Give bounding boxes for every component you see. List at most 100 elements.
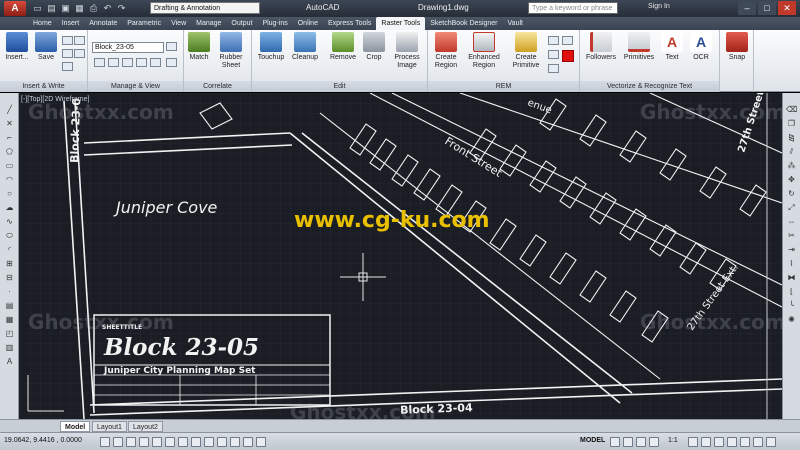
scale-icon[interactable]: ⤢: [786, 203, 797, 213]
image-frame-icon[interactable]: [62, 36, 73, 45]
tab-model[interactable]: Model: [60, 421, 91, 432]
rem-copy-icon[interactable]: [548, 36, 559, 45]
lineweight-icon[interactable]: [217, 437, 227, 447]
quick-view-layouts-icon[interactable]: [610, 437, 620, 447]
chamfer-icon[interactable]: ⌊: [786, 287, 797, 297]
insert-block-icon[interactable]: ⊞: [4, 259, 15, 269]
tab-insert[interactable]: Insert: [57, 17, 85, 30]
image-frame-toggle-icon[interactable]: [166, 58, 177, 67]
tab-online[interactable]: Online: [293, 17, 323, 30]
coordinate-readout[interactable]: 19.0642, 9.4416 , 0.0000: [4, 437, 82, 444]
point-icon[interactable]: ·: [4, 287, 15, 297]
selection-cycling-icon[interactable]: [256, 437, 266, 447]
image-detach-icon[interactable]: [74, 49, 85, 58]
model-space-toggle[interactable]: MODEL: [580, 437, 605, 444]
save-icon[interactable]: ▣: [60, 2, 71, 14]
tab-home[interactable]: Home: [28, 17, 57, 30]
close-icon[interactable]: ✕: [778, 1, 796, 15]
rem-color-swatch[interactable]: [562, 50, 574, 62]
tab-vault[interactable]: Vault: [503, 17, 528, 30]
ellipse-icon[interactable]: ⬭: [4, 231, 15, 241]
table-icon[interactable]: ▥: [4, 343, 15, 353]
application-status-icon[interactable]: [753, 437, 763, 447]
insert-button[interactable]: Insert...: [4, 32, 30, 62]
tab-express-tools[interactable]: Express Tools: [323, 17, 376, 30]
arc-icon[interactable]: ◠: [4, 175, 15, 185]
quick-view-drawings-icon[interactable]: [623, 437, 633, 447]
save-as-icon[interactable]: ▦: [74, 2, 85, 14]
rem-merge-icon[interactable]: [548, 64, 559, 73]
primitives-button[interactable]: Primitives: [622, 32, 656, 62]
gradient-icon[interactable]: ▦: [4, 315, 15, 325]
image-properties-icon[interactable]: [136, 58, 147, 67]
annotation-scale[interactable]: 1:1: [668, 437, 678, 444]
fillet-icon[interactable]: ╰: [786, 301, 797, 311]
hatch-icon[interactable]: ▤: [4, 301, 15, 311]
snap-mode-icon[interactable]: [100, 437, 110, 447]
sign-in-link[interactable]: Sign In: [648, 3, 670, 10]
pan-icon[interactable]: [636, 437, 646, 447]
pan-image-icon[interactable]: [108, 58, 119, 67]
copy-icon[interactable]: ❐: [786, 119, 797, 129]
zoom-image-icon[interactable]: [94, 58, 105, 67]
image-quality-icon[interactable]: [62, 62, 73, 71]
hardware-acceleration-icon[interactable]: [727, 437, 737, 447]
isolate-objects-icon[interactable]: [740, 437, 750, 447]
minimize-icon[interactable]: –: [738, 1, 756, 15]
construction-line-icon[interactable]: ✕: [4, 119, 15, 129]
join-icon[interactable]: ⧓: [786, 273, 797, 283]
object-snap-icon[interactable]: [152, 437, 162, 447]
rectangle-icon[interactable]: ▭: [4, 161, 15, 171]
stretch-icon[interactable]: ⇔: [786, 217, 797, 227]
followers-button[interactable]: Followers: [584, 32, 618, 62]
circle-icon[interactable]: ○: [4, 189, 15, 199]
rem-convert-icon[interactable]: [548, 50, 559, 59]
polyline-icon[interactable]: ⌐: [4, 133, 15, 143]
line-icon[interactable]: ╱: [4, 105, 15, 115]
spline-icon[interactable]: ∿: [4, 217, 15, 227]
mirror-icon[interactable]: ⧎: [786, 133, 797, 143]
tab-plug-ins[interactable]: Plug-ins: [257, 17, 292, 30]
enhanced-region-button[interactable]: Enhanced Region: [466, 32, 502, 70]
match-button[interactable]: Match: [186, 32, 212, 62]
plot-icon[interactable]: ⎙: [88, 2, 99, 14]
save-button[interactable]: Save: [34, 32, 58, 62]
create-primitive-button[interactable]: Create Primitive: [508, 32, 544, 70]
transparency-icon[interactable]: [230, 437, 240, 447]
erase-icon[interactable]: ⌫: [786, 105, 797, 115]
zoom-icon[interactable]: [649, 437, 659, 447]
3d-object-snap-icon[interactable]: [165, 437, 175, 447]
tab-output[interactable]: Output: [226, 17, 257, 30]
ellipse-arc-icon[interactable]: ◜: [4, 245, 15, 255]
maximize-icon[interactable]: □: [758, 1, 776, 15]
cleanup-button[interactable]: Cleanup: [288, 32, 322, 62]
offset-icon[interactable]: ⫽: [786, 147, 797, 157]
crop-button[interactable]: Crop: [362, 32, 386, 62]
region-icon[interactable]: ◰: [4, 329, 15, 339]
rubber-sheet-button[interactable]: Rubber Sheet: [214, 32, 248, 70]
open-icon[interactable]: ▤: [46, 2, 57, 14]
array-icon[interactable]: ⁂: [786, 161, 797, 171]
trim-icon[interactable]: ✂: [786, 231, 797, 241]
workspace-switching-icon[interactable]: [701, 437, 711, 447]
tab-annotate[interactable]: Annotate: [84, 17, 122, 30]
ocr-button[interactable]: A OCR: [688, 32, 714, 62]
tab-layout1[interactable]: Layout1: [92, 421, 127, 432]
workspace-dropdown[interactable]: Drafting & Annotation: [150, 2, 260, 14]
remove-button[interactable]: Remove: [328, 32, 358, 62]
process-image-button[interactable]: Process Image: [390, 32, 424, 70]
polygon-icon[interactable]: ⬠: [4, 147, 15, 157]
tab-layout2[interactable]: Layout2: [128, 421, 163, 432]
application-menu-button[interactable]: A: [4, 1, 26, 16]
grid-mode-icon[interactable]: [113, 437, 123, 447]
break-icon[interactable]: ⌇: [786, 259, 797, 269]
tab-parametric[interactable]: Parametric: [122, 17, 166, 30]
lock-icon[interactable]: [714, 437, 724, 447]
snap-button[interactable]: Snap: [724, 32, 750, 62]
extend-icon[interactable]: ⇥: [786, 245, 797, 255]
image-visibility-icon[interactable]: [150, 58, 161, 67]
ortho-mode-icon[interactable]: [126, 437, 136, 447]
search-input[interactable]: Type a keyword or phrase: [528, 2, 618, 14]
touchup-button[interactable]: Touchup: [256, 32, 286, 62]
image-select-combo[interactable]: Block_23-05: [92, 42, 164, 53]
